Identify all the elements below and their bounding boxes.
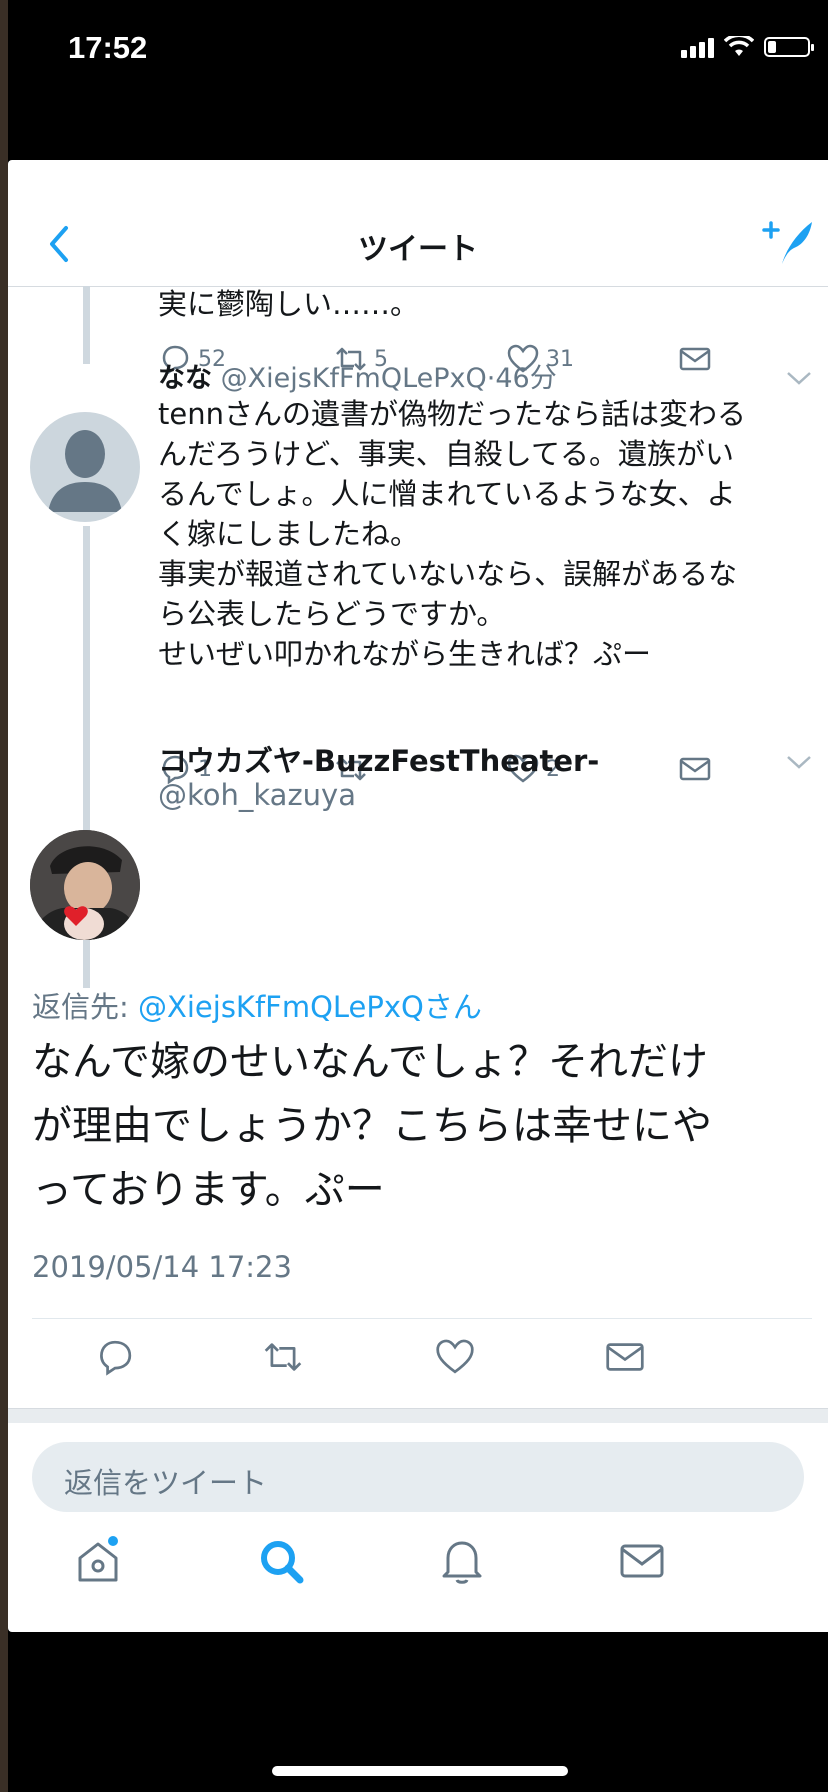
handle[interactable]: @koh_kazuya [158,778,356,812]
tweet-line: なんで嫁のせいなんでしょ？それだけ [32,1039,708,1085]
tweet-line: 事実が報道されていないなら、誤解があるな [158,557,738,591]
tab-bar [8,1522,828,1632]
device-frame [0,0,8,1792]
tweet-timestamp: 2019/05/14 17:23 [32,1250,292,1284]
battery-icon [764,37,814,57]
tweet-text: tennさんの遺書が偽物だったなら話は変わる んだろうけど、事実、自殺してる。遺… [158,394,818,674]
compose-icon[interactable] [760,216,816,268]
default-avatar-icon [48,430,122,512]
reply-to-label: 返信先: [32,990,129,1024]
avatar[interactable] [30,412,140,522]
search-icon[interactable] [254,1534,310,1590]
avatar[interactable] [30,830,140,940]
nav-bar: ツイート [8,160,828,287]
tweet-line: っております。ぷー [32,1167,385,1213]
thread-line [83,286,90,364]
retweet-icon[interactable] [262,1336,304,1378]
status-time: 17:52 [68,30,148,65]
chevron-down-icon[interactable] [784,368,814,388]
messages-icon[interactable] [614,1534,670,1590]
dm-button[interactable] [678,752,712,786]
profile-photo [30,830,140,940]
tweet-line: ら公表したらどうですか。 [158,597,506,631]
display-name[interactable]: コウカズヤ-BuzzFestTheater- [158,744,599,778]
signal-icon [681,36,714,58]
tweet-line: く嫁にしましたね。 [158,517,420,551]
tweet-header: コウカズヤ-BuzzFestTheater- [158,738,599,780]
divider [32,1318,812,1319]
status-bar: 17:52 [0,0,828,100]
tweet-time: ·46分 [486,363,557,394]
tweet-line: tennさんの遺書が偽物だったなら話は変わる [158,397,746,431]
handle-line: @koh_kazuya [158,778,356,812]
dm-icon [679,757,711,781]
tweet-line: るんでしょ。人に憎まれているような女、よ [158,477,736,511]
dm-icon [679,347,711,371]
display-name[interactable]: なな [158,363,212,394]
dm-icon[interactable] [604,1336,646,1378]
home-indicator[interactable] [272,1766,568,1776]
reply-placeholder: 返信をツイート [64,1466,268,1500]
main-tweet-text: なんで嫁のせいなんでしょ？それだけ が理由でしょうか？こちらは幸せにや っており… [32,1030,812,1222]
tweet-header: なな @XiejsKfFmQLePxQ·46分 [158,356,557,395]
handle[interactable]: @XiejsKfFmQLePxQ [221,363,487,394]
reply-to-handle[interactable]: @XiejsKfFmQLePxQさん [138,990,482,1024]
app-screen: ツイート 実に鬱陶しい……。 52 5 31 なな @XiejsKfFmQLeP… [8,160,828,1632]
tweet-line: んだろうけど、事実、自殺してる。遺族がい [158,437,734,471]
main-tweet-actions [8,1336,828,1386]
reply-input[interactable]: 返信をツイート [32,1442,804,1512]
section-separator [8,1408,828,1423]
tweet-line: せいぜい叩かれながら生きれば？ぷー [158,637,652,671]
notifications-icon[interactable] [434,1532,490,1588]
home-notification-dot [108,1536,118,1546]
page-title: ツイート [358,232,478,267]
reply-to-line: 返信先: @XiejsKfFmQLePxQさん [32,984,482,1026]
tweet-text: 実に鬱陶しい……。 [158,287,420,321]
tweet-line: が理由でしょうか？こちらは幸せにや [32,1103,712,1149]
like-icon[interactable] [434,1336,476,1378]
wifi-icon [724,36,754,56]
status-icons [681,36,814,58]
reply-icon[interactable] [94,1336,136,1378]
dm-button[interactable] [678,342,712,376]
chevron-down-icon[interactable] [784,752,814,772]
